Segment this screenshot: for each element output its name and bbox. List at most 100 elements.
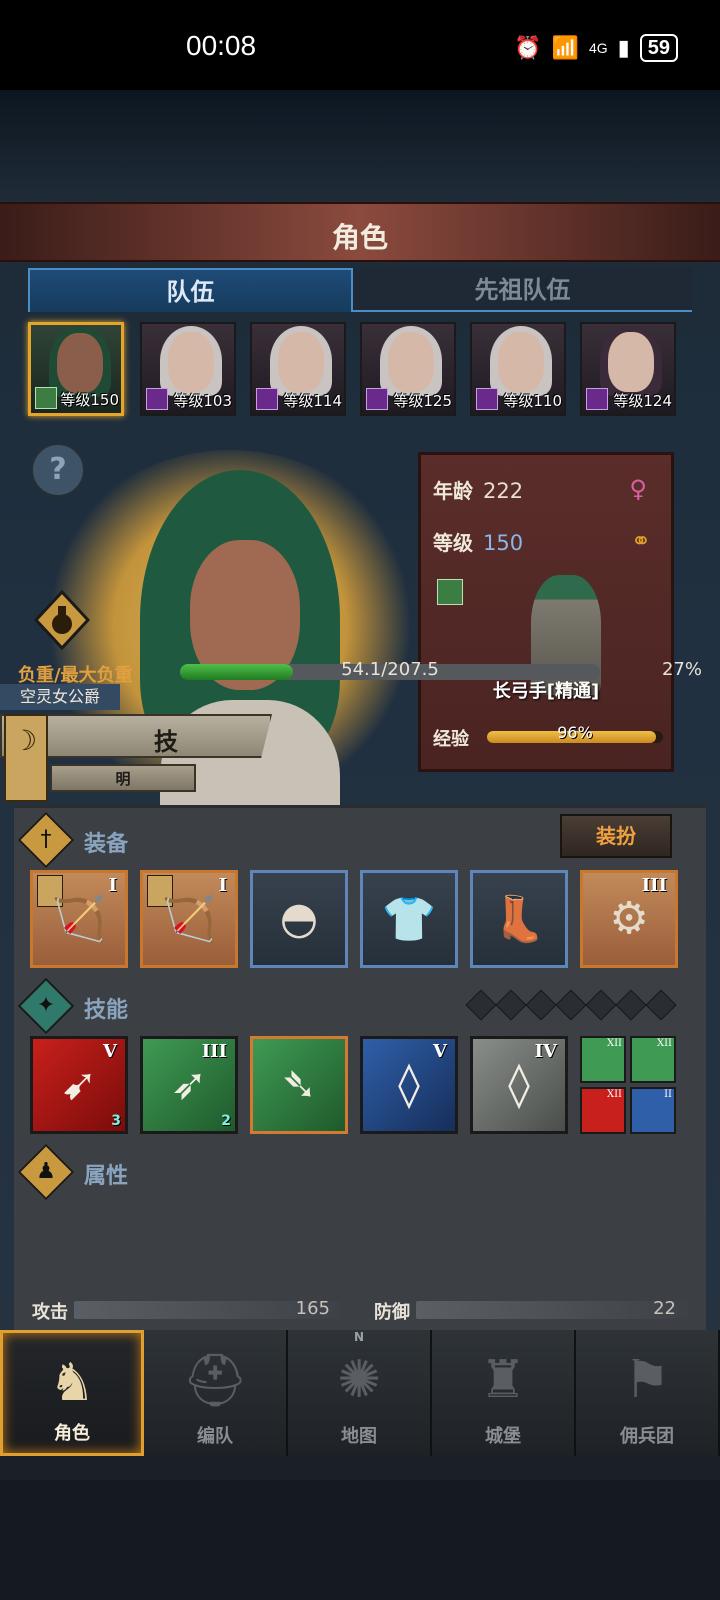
skill-slot-1[interactable]: ➹ V 3 [30,1036,128,1134]
dress-up-button[interactable]: 装扮 [560,814,672,858]
skills-header: ✦ 技能 [17,977,686,1035]
attack-label: 攻击 [32,1302,68,1323]
party-level: 等级103 [173,392,232,410]
equip-slot-weapon-1[interactable]: 🏹 I [30,870,128,968]
trinket-icon: ⚙ [609,893,649,944]
party-level: 等级110 [503,392,562,410]
skill-point-diamond [645,989,677,1021]
class-icon [437,579,463,605]
nav-mercenary[interactable]: ⚑ 佣兵团 [576,1330,720,1456]
hero-title: 空灵女公爵 [0,684,120,710]
title-banner: 角色 [0,202,720,262]
nav-label: 地图 [341,1426,377,1447]
party-member-5[interactable]: 等级110 [470,322,566,416]
sub-plate[interactable]: 明 [50,764,196,792]
target-icon[interactable]: XII [580,1036,626,1083]
class-icon [35,387,57,409]
tier-label: XII [656,1038,672,1049]
class-name: 长弓手[精通] [492,681,600,702]
castle-icon: ♜ [479,1350,527,1410]
status-bar: 00:08 ⏰ 📶 4G ▮ 59 [0,0,720,90]
exp-label: 经验 [433,729,469,750]
attack-value: 165 [295,1298,330,1319]
party-member-6[interactable]: 等级124 [580,322,676,416]
nav-castle[interactable]: ♜ 城堡 [432,1330,576,1456]
bird-icon[interactable]: II [630,1087,676,1134]
class-icon [146,388,168,410]
gem-count: 3 [111,1113,121,1129]
equip-slot-body[interactable]: 👕 [360,870,458,968]
hood-icon: ◓ [279,893,319,944]
bow-volley-icon: ➴ [280,1059,318,1110]
network-label: 4G [588,40,608,56]
party-level: 等级124 [613,392,672,410]
nav-character[interactable]: ♞ 角色 [0,1330,144,1456]
burst-icon[interactable]: XII [630,1036,676,1083]
crystal-boot-icon: ◊ [508,1059,530,1110]
skill-point-diamond [615,989,647,1021]
skill-slot-3[interactable]: ➴ [250,1036,348,1134]
equipment-header: † 装备 装扮 [17,811,686,869]
tier-label: I [108,875,117,896]
skill-slot-2[interactable]: ➶ III 2 [140,1036,238,1134]
attributes-header: ♟ 属性 [17,1143,686,1201]
tier-label: XII [606,1089,622,1100]
potion-icon[interactable] [34,590,90,650]
party-level: 等级125 [393,392,452,410]
age-row: 年龄 222 [433,475,523,504]
skill-point-diamond [465,989,497,1021]
exp-text: 96% [557,723,593,742]
nav-formation[interactable]: ⛑ 编队 [144,1330,288,1456]
tier-label: III [201,1041,227,1062]
sword-icon[interactable]: XII [580,1087,626,1134]
bow-shot-icon: ➶ [170,1059,208,1110]
details-panel: † 装备 装扮 🏹 I 🏹 I ◓ 👕 👢 ⚙ III ✦ 技能 ➹ V 3 ➶ III 2 … [14,805,706,1363]
screen-bottom-area [0,1480,720,1600]
skill-slots: ➹ V 3 ➶ III 2 ➴ ◊ V ◊ IV XII XII XII II [30,1036,676,1134]
portrait-face [278,332,324,392]
age-label: 年龄 [433,479,473,503]
ring-icon[interactable]: ⚭ [631,527,651,555]
skill-slot-5[interactable]: ◊ IV [470,1036,568,1134]
boots-icon: 👢 [491,894,547,945]
equip-slot-trinket[interactable]: ⚙ III [580,870,678,968]
skill-point-diamond [555,989,587,1021]
skill-slot-4[interactable]: ◊ V [360,1036,458,1134]
attributes-title: 属性 [84,1164,129,1189]
nav-label: 佣兵团 [620,1426,674,1447]
game-screen: 角色 队伍 先祖队伍 等级150 等级103 等级114 等级125 等级110… [0,90,720,1480]
class-icon [476,388,498,410]
crystal-arrow-icon: ◊ [398,1059,420,1110]
defense-label: 防御 [374,1302,410,1323]
level-value: 150 [483,531,524,555]
equip-slot-feet[interactable]: 👢 [470,870,568,968]
longbow-icon: 🏹 [51,894,107,945]
equip-slot-weapon-2[interactable]: 🏹 I [140,870,238,968]
portrait-face [498,332,544,392]
moon-banner-icon [4,714,48,802]
load-label: 负重/最大负重 [18,665,133,686]
portrait-face [168,332,214,392]
tab-ancestor-team[interactable]: 先祖队伍 [353,268,692,312]
knight-icon: ♞ [48,1353,96,1413]
help-button[interactable]: ? [30,442,86,498]
helmet-icon: ⛑ [181,1351,248,1411]
tab-team[interactable]: 队伍 [28,268,353,312]
team-tabs: 队伍 先祖队伍 [28,268,692,312]
equipment-slots: 🏹 I 🏹 I ◓ 👕 👢 ⚙ III [30,870,678,968]
compass-letter: N [353,1330,365,1344]
party-level: 等级150 [60,391,119,409]
nav-label: 编队 [197,1426,233,1447]
tier-label: V [103,1041,117,1062]
party-member-3[interactable]: 等级114 [250,322,346,416]
nav-label: 角色 [54,1423,90,1444]
nav-map[interactable]: N ✺ 地图 [288,1330,432,1456]
dagger-icon: † [17,811,75,869]
defense-value: 22 [653,1298,676,1319]
wifi-icon: 📶 [551,35,579,60]
party-member-1[interactable]: 等级150 [28,322,124,416]
equip-slot-head[interactable]: ◓ [250,870,348,968]
party-member-2[interactable]: 等级103 [140,322,236,416]
party-member-4[interactable]: 等级125 [360,322,456,416]
star-icon: ✦ [17,977,75,1035]
